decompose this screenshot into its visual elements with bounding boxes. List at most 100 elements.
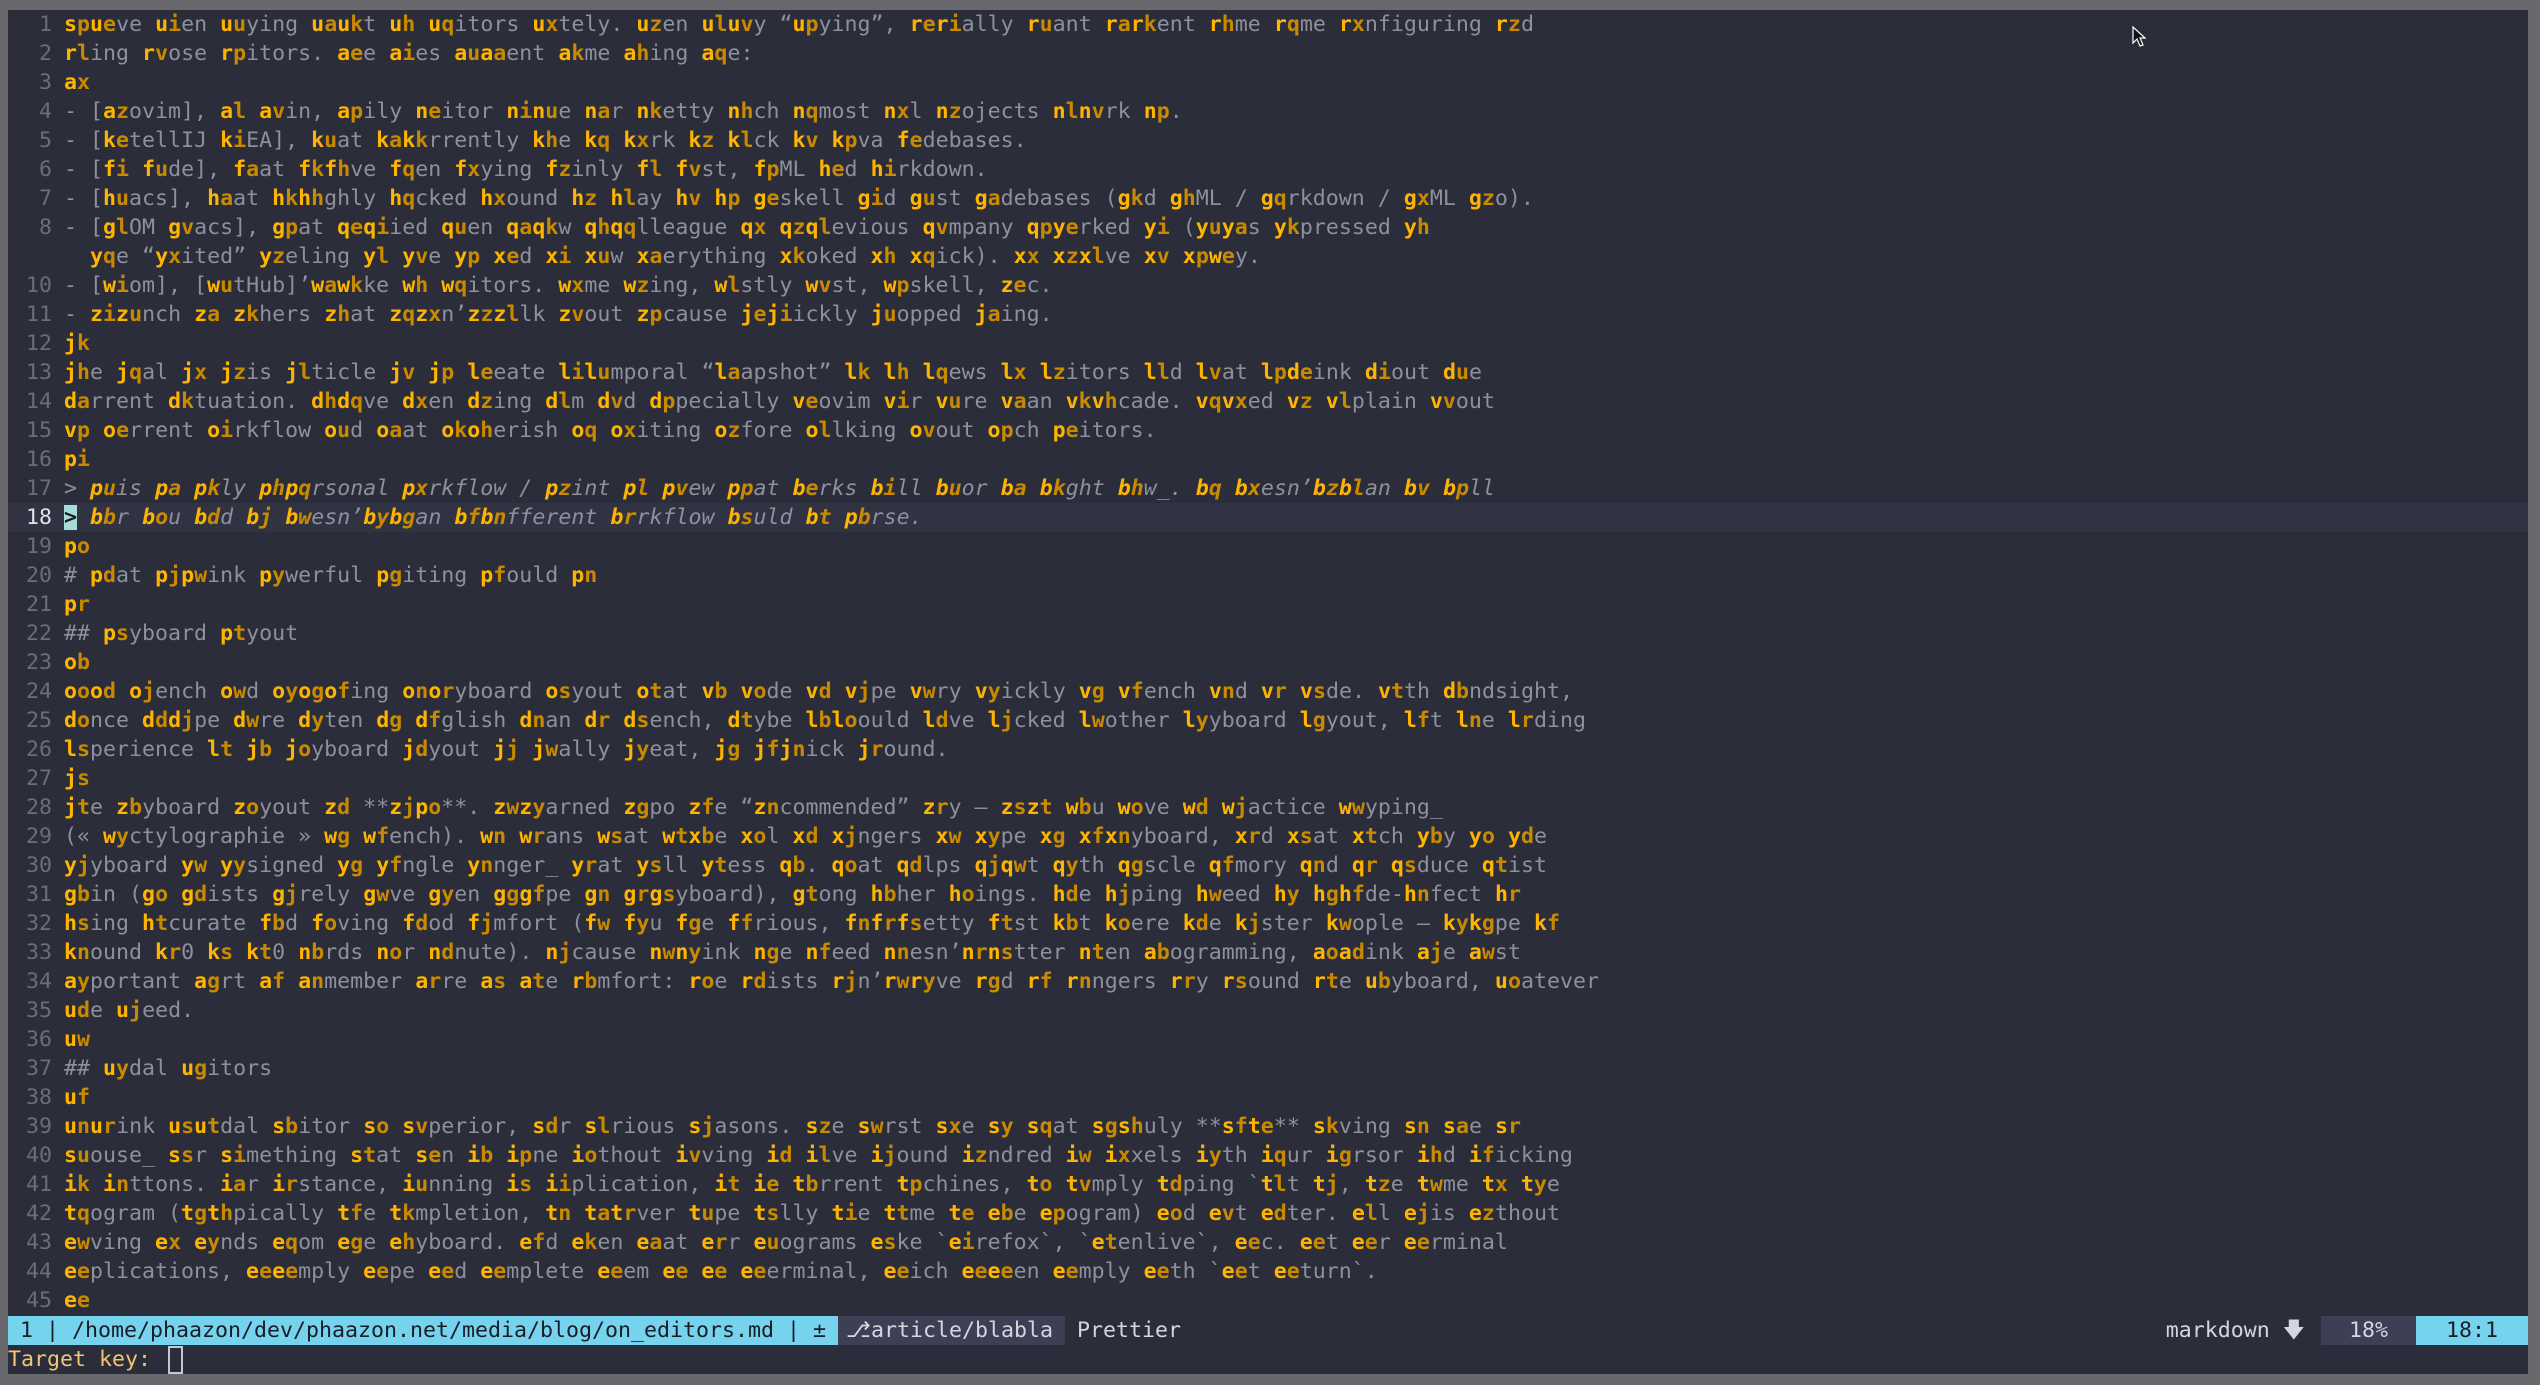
jump-label[interactable]: xs (1287, 824, 1313, 849)
jump-label[interactable]: ye (1053, 215, 1079, 240)
jump-label[interactable]: aj (1417, 940, 1443, 965)
jump-label[interactable]: zx (415, 302, 441, 327)
jump-label[interactable]: wq (441, 273, 467, 298)
jump-label[interactable]: ob (64, 650, 90, 675)
jump-label[interactable]: xp (1183, 244, 1209, 269)
jump-label[interactable]: ao (1313, 940, 1339, 965)
jump-label[interactable]: no (376, 940, 402, 965)
jump-label[interactable]: tz (1365, 1172, 1391, 1197)
jump-label[interactable]: ov (910, 418, 936, 443)
jump-label[interactable]: zf (688, 795, 714, 820)
jump-label[interactable]: uq (428, 12, 454, 37)
jump-label[interactable]: dh (311, 389, 337, 414)
jump-label[interactable]: se (415, 1143, 441, 1168)
jump-label[interactable]: lr (1508, 708, 1534, 733)
jump-label[interactable]: ly (1183, 708, 1209, 733)
jump-label[interactable]: pn (571, 563, 597, 588)
jump-label[interactable]: hi (871, 157, 897, 182)
jump-label[interactable]: in (103, 1172, 129, 1197)
jump-label[interactable]: gt (792, 882, 818, 907)
jump-label[interactable]: yt (701, 853, 727, 878)
jump-label[interactable]: we (1209, 244, 1235, 269)
jump-label[interactable]: gr (623, 882, 649, 907)
jump-label[interactable]: ul (701, 12, 727, 37)
jump-label[interactable]: rh (1209, 12, 1235, 37)
jump-label[interactable]: kg (1469, 911, 1495, 936)
jump-label[interactable]: ws (597, 824, 623, 849)
jump-label[interactable]: sa (1443, 1114, 1469, 1139)
jump-label[interactable]: ps (103, 621, 129, 646)
jump-label[interactable]: vu (936, 389, 962, 414)
jump-label[interactable]: ri (936, 12, 962, 37)
jump-label[interactable]: fj (467, 911, 493, 936)
jump-label[interactable]: ag (194, 969, 220, 994)
jump-label[interactable]: ik (64, 1172, 90, 1197)
jump-label[interactable]: hr (1495, 882, 1521, 907)
jump-label[interactable]: zj (389, 795, 415, 820)
jump-label[interactable]: wy (103, 824, 129, 849)
jump-label[interactable]: fx (454, 157, 480, 182)
jump-label[interactable]: uz (636, 12, 662, 37)
jump-label[interactable]: xj (831, 824, 857, 849)
jump-label[interactable]: px (402, 476, 428, 501)
jump-label[interactable]: ui (155, 12, 181, 37)
jump-label[interactable]: ix (1105, 1143, 1131, 1168)
jump-label[interactable]: xk (779, 244, 805, 269)
jump-label[interactable]: he (819, 157, 845, 182)
jump-label[interactable]: gu (910, 186, 936, 211)
jump-label[interactable]: ni (506, 99, 532, 124)
editor-line[interactable]: 21 pr (8, 590, 2528, 619)
jump-label[interactable]: jd (402, 737, 428, 762)
jump-label[interactable]: up (793, 12, 819, 37)
editor-line[interactable]: 7- [huacs], haat hkhhghly hqcked hxound … (8, 184, 2528, 213)
jump-label[interactable]: st (350, 1143, 376, 1168)
jump-label[interactable]: np (1144, 99, 1170, 124)
jump-label[interactable]: ja (975, 302, 1001, 327)
jump-label[interactable]: el (1352, 1201, 1378, 1226)
jump-label[interactable]: sb (272, 1114, 298, 1139)
jump-label[interactable]: fq (389, 157, 415, 182)
jump-label[interactable]: at (519, 969, 545, 994)
jump-label[interactable]: qd (897, 853, 923, 878)
jump-label[interactable]: hl (610, 186, 636, 211)
editor-line[interactable]: 17 > puis pa pkly phpqrsonal pxrkflow / p… (8, 474, 2528, 503)
editor-line[interactable]: 3 ax (8, 68, 2528, 97)
jump-label[interactable]: ex (155, 1230, 181, 1255)
jump-label[interactable]: kz (688, 128, 714, 153)
jump-label[interactable]: ql (806, 215, 832, 240)
jump-label[interactable]: te (949, 1201, 975, 1226)
jump-label[interactable]: jz (220, 360, 246, 385)
jump-label[interactable]: vo (741, 679, 767, 704)
editor-line[interactable]: 44 eeplications, eeeemply eepe eed eemple… (8, 1257, 2528, 1286)
jump-label[interactable]: qa (506, 215, 532, 240)
jump-label[interactable]: dr (584, 708, 610, 733)
jump-label[interactable]: tj (1313, 1172, 1339, 1197)
editor-line[interactable]: 36 uw (8, 1025, 2528, 1054)
jump-label[interactable]: gq (1261, 186, 1287, 211)
jump-label[interactable]: dk (168, 389, 194, 414)
jump-label[interactable]: ju (871, 302, 897, 327)
jump-label[interactable]: qq (610, 215, 636, 240)
jump-label[interactable]: na (584, 99, 610, 124)
jump-label[interactable]: so (363, 1114, 389, 1139)
editor-line[interactable]: 30 yjyboard yw yysigned yg yfngle ynnger_… (8, 851, 2528, 880)
jump-label[interactable]: tw (1417, 1172, 1443, 1197)
editor-line[interactable]: 22 ## psyboard ptyout (8, 619, 2528, 648)
jump-label[interactable]: is (506, 1172, 532, 1197)
jump-label[interactable]: va (1001, 389, 1027, 414)
jump-label[interactable]: bl (1339, 476, 1365, 501)
editor-line[interactable]: 23 ob (8, 648, 2528, 677)
jump-label[interactable]: iy (1196, 1143, 1222, 1168)
jump-label[interactable]: op (988, 418, 1014, 443)
jump-label[interactable]: jj (493, 737, 519, 762)
jump-label[interactable]: yg (337, 853, 363, 878)
jump-label[interactable]: dd (142, 708, 168, 733)
jump-label[interactable]: ed (1261, 1201, 1287, 1226)
jump-label[interactable]: ee (740, 1259, 766, 1284)
jump-label[interactable]: ee (480, 1259, 506, 1284)
jump-label[interactable]: vp (64, 418, 90, 443)
jump-label[interactable]: gz (1469, 186, 1495, 211)
jump-label[interactable]: qb (779, 853, 805, 878)
jump-label[interactable]: dw (233, 708, 259, 733)
jump-label[interactable]: xu (584, 244, 610, 269)
